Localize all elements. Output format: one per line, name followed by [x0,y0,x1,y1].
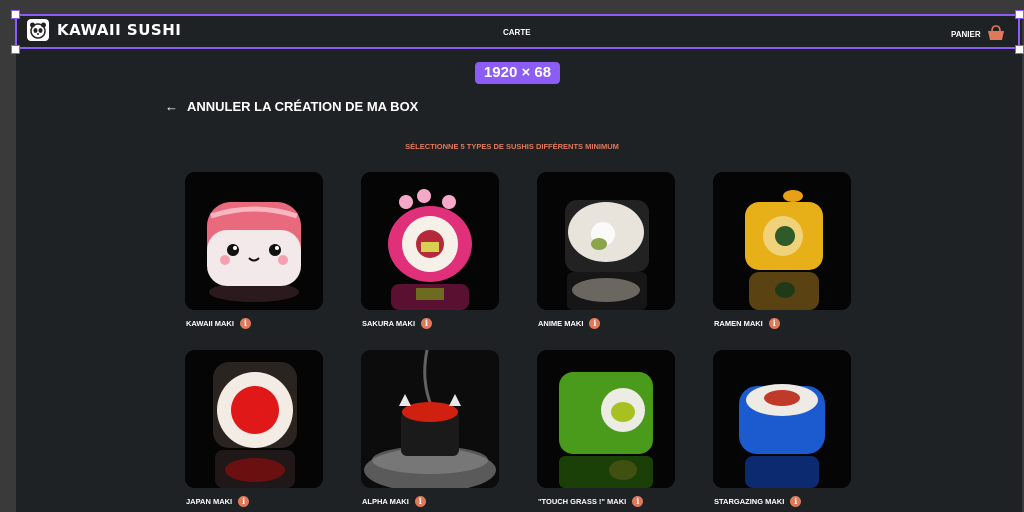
product-card[interactable]: "TOUCH GRASS !" MAKI i [537,350,677,508]
info-icon[interactable]: i [632,495,644,507]
product-card[interactable]: JAPAN MAKI i [185,350,325,508]
product-image-sakura-maki [361,172,499,310]
product-image-touch-grass-maki [537,350,675,488]
selection-instruction: SÉLECTIONNE 5 TYPES DE SUSHIS DIFFÉRENTS… [405,142,619,151]
cart-button[interactable]: PANIER [951,25,1005,41]
info-icon[interactable]: i [239,317,251,329]
panda-logo-icon [27,19,49,41]
cart-label: PANIER [951,30,981,39]
info-icon[interactable]: i [589,317,601,329]
arrow-left-icon: ← [165,99,178,114]
resize-handle-top-right[interactable] [1015,10,1024,19]
back-link-label: ANNULER LA CRÉATION DE MA BOX [187,99,419,114]
product-card[interactable]: ANIME MAKI i [537,172,677,330]
product-card[interactable]: KAWAII MAKI i [185,172,325,330]
product-image-stargazing-maki [713,350,851,488]
product-image-anime-maki [537,172,675,310]
nav-carte-link[interactable]: CARTE [503,28,531,37]
product-name: "TOUCH GRASS !" MAKI [538,496,627,506]
selection-size-badge: 1920 × 68 [475,62,560,84]
cancel-box-creation-link[interactable]: ← ANNULER LA CRÉATION DE MA BOX [165,99,418,114]
info-icon[interactable]: i [790,495,802,507]
product-image-kawaii-maki [185,172,323,310]
product-card[interactable]: RAMEN MAKI i [713,172,853,330]
product-card[interactable]: ALPHA MAKI i [361,350,501,508]
product-grid: KAWAII MAKI i SAKURA MAKI i ANIME MAKI i… [185,172,853,508]
product-card[interactable]: SAKURA MAKI i [361,172,501,330]
resize-handle-bottom-left[interactable] [11,45,20,54]
product-name: ALPHA MAKI [362,496,409,506]
product-name: RAMEN MAKI [714,318,763,328]
resize-handle-bottom-right[interactable] [1015,45,1024,54]
brand-logo[interactable]: KAWAII SUSHI [27,19,181,41]
brand-name: KAWAII SUSHI [57,21,182,39]
product-name: SAKURA MAKI [362,318,416,328]
product-card[interactable]: STARGAZING MAKI i [713,350,853,508]
product-image-alpha-maki [361,350,499,488]
info-icon[interactable]: i [421,317,433,329]
resize-handle-top-left[interactable] [11,10,20,19]
product-name: ANIME MAKI [538,318,584,328]
info-icon[interactable]: i [414,495,426,507]
product-name: JAPAN MAKI [186,496,233,506]
product-name: STARGAZING MAKI [714,496,785,506]
info-icon[interactable]: i [768,317,780,329]
info-icon[interactable]: i [238,495,250,507]
product-name: KAWAII MAKI [186,318,234,328]
product-image-japan-maki [185,350,323,488]
product-image-ramen-maki [713,172,851,310]
basket-icon [987,25,1004,40]
